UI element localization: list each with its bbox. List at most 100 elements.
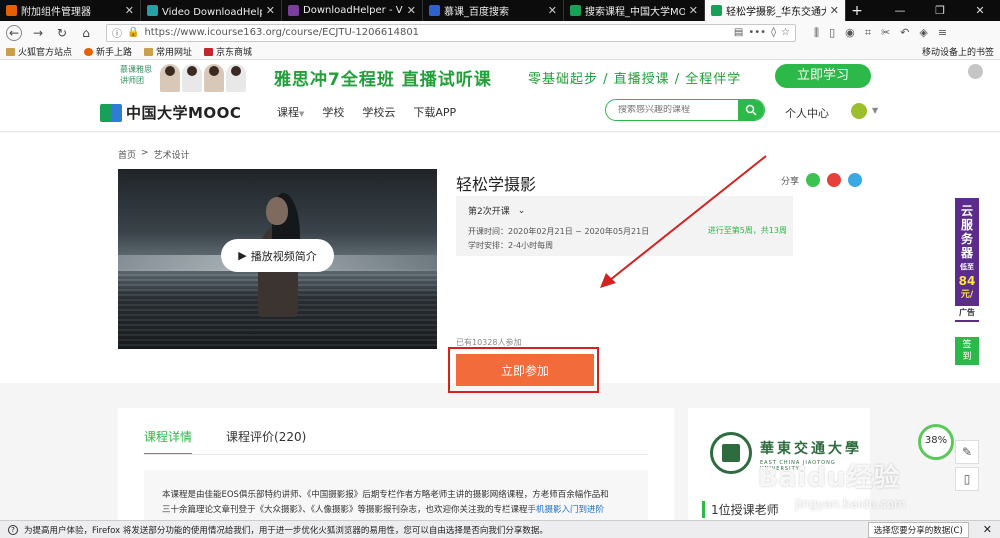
pocket-icon[interactable]: ◊ xyxy=(771,27,776,38)
progress-percent-circle: 38% xyxy=(918,424,954,460)
nav-schools[interactable]: 学校 xyxy=(322,104,344,120)
extension-icon[interactable]: ◈ xyxy=(919,26,927,40)
banner-brand: 慕课雅思 讲师团 xyxy=(120,65,152,85)
course-title: 轻松学摄影 xyxy=(456,175,537,194)
toolbar-icons: ⫼ ▯ ◉ ⌗ ✂ ↶ ◈ ≡ xyxy=(814,26,947,40)
term-selector[interactable]: 第2次开课 ⌄ xyxy=(468,204,781,218)
watermark: Baidu经验 xyxy=(758,463,901,493)
avatar[interactable] xyxy=(851,103,867,119)
close-window-button[interactable]: ✕ xyxy=(960,0,1000,21)
choose-share-data-button[interactable]: 选择您要分享的数据(C) xyxy=(867,521,969,538)
course-workload: 学时安排：2-4小时每周 xyxy=(468,241,554,250)
close-icon[interactable]: ✕ xyxy=(689,4,698,17)
mobile-icon[interactable]: ▯ xyxy=(955,467,979,491)
firefox-icon xyxy=(6,5,17,16)
mooc-logo[interactable]: 中国大学MOOC xyxy=(100,102,241,123)
school-name: 華東交通大學 xyxy=(760,441,862,457)
site-header: 中国大学MOOC 课程▼ 学校 学校云 下载APP 个人中心 ▼ xyxy=(0,92,1000,132)
search-input[interactable] xyxy=(606,105,738,115)
browser-tab-search-course[interactable]: 搜索课程_中国大学MOOC(慕 ✕ xyxy=(564,0,705,21)
back-icon[interactable]: ← xyxy=(6,24,22,41)
wechat-icon[interactable] xyxy=(806,173,821,187)
menu-icon[interactable]: ≡ xyxy=(938,26,947,40)
url-text[interactable]: https://www.icourse163.org/course/ECJTU-… xyxy=(144,27,728,38)
library-icon[interactable]: ⫼ xyxy=(814,26,819,40)
nav-school-cloud[interactable]: 学校云 xyxy=(362,104,395,120)
weibo-icon[interactable] xyxy=(827,173,842,187)
bookmark-mobile[interactable]: 移动设备上的书签 xyxy=(919,45,994,58)
account-icon[interactable]: ◉ xyxy=(845,26,855,40)
info-icon[interactable]: ⓘ xyxy=(112,25,122,40)
baidu-icon xyxy=(429,5,440,16)
new-tab-button[interactable]: + xyxy=(846,0,868,21)
lock-icon: 🔒 xyxy=(127,27,140,38)
join-now-button[interactable]: 立即参加 xyxy=(456,354,594,386)
course-search xyxy=(605,99,765,121)
bookmark-common-sites[interactable]: 常用网址 xyxy=(144,45,192,58)
course-link[interactable]: 手机摄影入门到进阶 xyxy=(528,505,605,515)
teachers-heading: 1位授课老师 xyxy=(702,501,779,518)
home-icon[interactable]: ⌂ xyxy=(78,25,94,41)
browser-tab-baidu[interactable]: 慕课_百度搜索 ✕ xyxy=(423,0,564,21)
user-center-link[interactable]: 个人中心 xyxy=(785,105,829,121)
maximize-button[interactable]: ❐ xyxy=(920,0,960,21)
firefox-icon xyxy=(84,47,94,56)
crop-icon[interactable]: ⌗ xyxy=(865,26,871,40)
play-icon: ▶ xyxy=(238,249,247,262)
sidebar-icon[interactable]: ▯ xyxy=(829,26,835,40)
promo-banner[interactable]: 慕课雅思 讲师团 雅思冲7全程班 直播试听课 零基础起步 / 直播授课 / 全程… xyxy=(0,60,1000,92)
close-icon[interactable]: ✕ xyxy=(125,4,134,17)
banner-learn-now-button[interactable]: 立即学习 xyxy=(775,64,871,88)
bookmark-jd[interactable]: 京东商城 xyxy=(204,45,252,58)
tab-course-reviews[interactable]: 课程评价(220) xyxy=(226,428,306,455)
screenshot-icon[interactable]: ✂ xyxy=(881,26,890,40)
folder-icon xyxy=(6,47,15,56)
close-icon[interactable]: ✕ xyxy=(407,4,416,17)
play-intro-button[interactable]: ▶ 播放视频简介 xyxy=(221,239,334,272)
banner-subtitle: 零基础起步 / 直播授课 / 全程伴学 xyxy=(528,72,742,87)
page-actions-icon[interactable]: ••• xyxy=(748,27,766,38)
banner-close-icon[interactable] xyxy=(968,64,983,79)
close-icon[interactable]: ✕ xyxy=(830,4,839,17)
reader-icon[interactable]: ▤ xyxy=(734,27,743,38)
side-ad-cloud-server[interactable]: 云 服 务 器 低至 84 元/ 广告 xyxy=(955,198,979,322)
course-intro-section: 首页 > 艺术设计 ▶ 播放视频简介 轻松学摄影 分享 第2次开课 ⌄ 开课时间… xyxy=(0,133,1000,393)
close-icon[interactable]: ✕ xyxy=(266,4,275,17)
bookmark-firefox[interactable]: 火狐官方站点 xyxy=(6,45,72,58)
edit-icon[interactable]: ✎ xyxy=(955,440,979,464)
site-icon xyxy=(288,5,299,16)
nav-courses[interactable]: 课程▼ xyxy=(277,104,304,120)
web-page: 慕课雅思 讲师团 雅思冲7全程班 直播试听课 零基础起步 / 直播授课 / 全程… xyxy=(0,60,1000,520)
bookmarks-bar: 火狐官方站点 新手上路 常用网址 京东商城 移动设备上的书签 xyxy=(0,44,1000,60)
school-emblem-icon xyxy=(710,432,752,474)
breadcrumb-category[interactable]: 艺术设计 xyxy=(154,148,190,161)
browser-tab-active-course[interactable]: 轻松学摄影_华东交通大学_中国 ✕ xyxy=(705,0,846,21)
breadcrumb-home[interactable]: 首页 xyxy=(118,148,136,161)
course-intro-video[interactable]: ▶ 播放视频简介 xyxy=(118,169,437,349)
main-nav: 课程▼ 学校 学校云 下载APP xyxy=(277,104,456,120)
undo-icon[interactable]: ↶ xyxy=(900,26,909,40)
folder-icon xyxy=(144,47,154,56)
mooc-icon xyxy=(711,5,722,16)
checkin-button[interactable]: 签到 xyxy=(955,337,979,365)
minimize-button[interactable]: — xyxy=(880,0,920,21)
nav-download-app[interactable]: 下载APP xyxy=(413,104,456,120)
reload-icon[interactable]: ↻ xyxy=(54,25,70,41)
tab-course-details[interactable]: 课程详情 xyxy=(144,428,193,455)
close-icon[interactable]: ✕ xyxy=(548,4,557,17)
bookmark-star-icon[interactable]: ☆ xyxy=(781,27,790,38)
bookmark-getting-started[interactable]: 新手上路 xyxy=(84,45,132,58)
close-icon[interactable]: ✕ xyxy=(983,523,992,536)
book-icon xyxy=(100,103,122,122)
mooc-icon xyxy=(570,5,581,16)
search-button[interactable] xyxy=(738,100,764,120)
browser-tab-videodownloadhelper[interactable]: Video DownloadHelper – 下 ✕ xyxy=(141,0,282,21)
browser-tab-addons[interactable]: 附加组件管理器 ✕ xyxy=(0,0,141,21)
chevron-down-icon[interactable]: ▼ xyxy=(872,106,878,115)
forward-icon[interactable]: → xyxy=(30,25,46,41)
banner-teachers-photo xyxy=(160,60,260,92)
browser-tab-downloadhelper[interactable]: DownloadHelper - Video do ✕ xyxy=(282,0,423,21)
share-bar: 分享 xyxy=(781,173,863,187)
url-bar[interactable]: ⓘ 🔒 https://www.icourse163.org/course/EC… xyxy=(106,23,796,42)
qq-icon[interactable] xyxy=(848,173,863,187)
